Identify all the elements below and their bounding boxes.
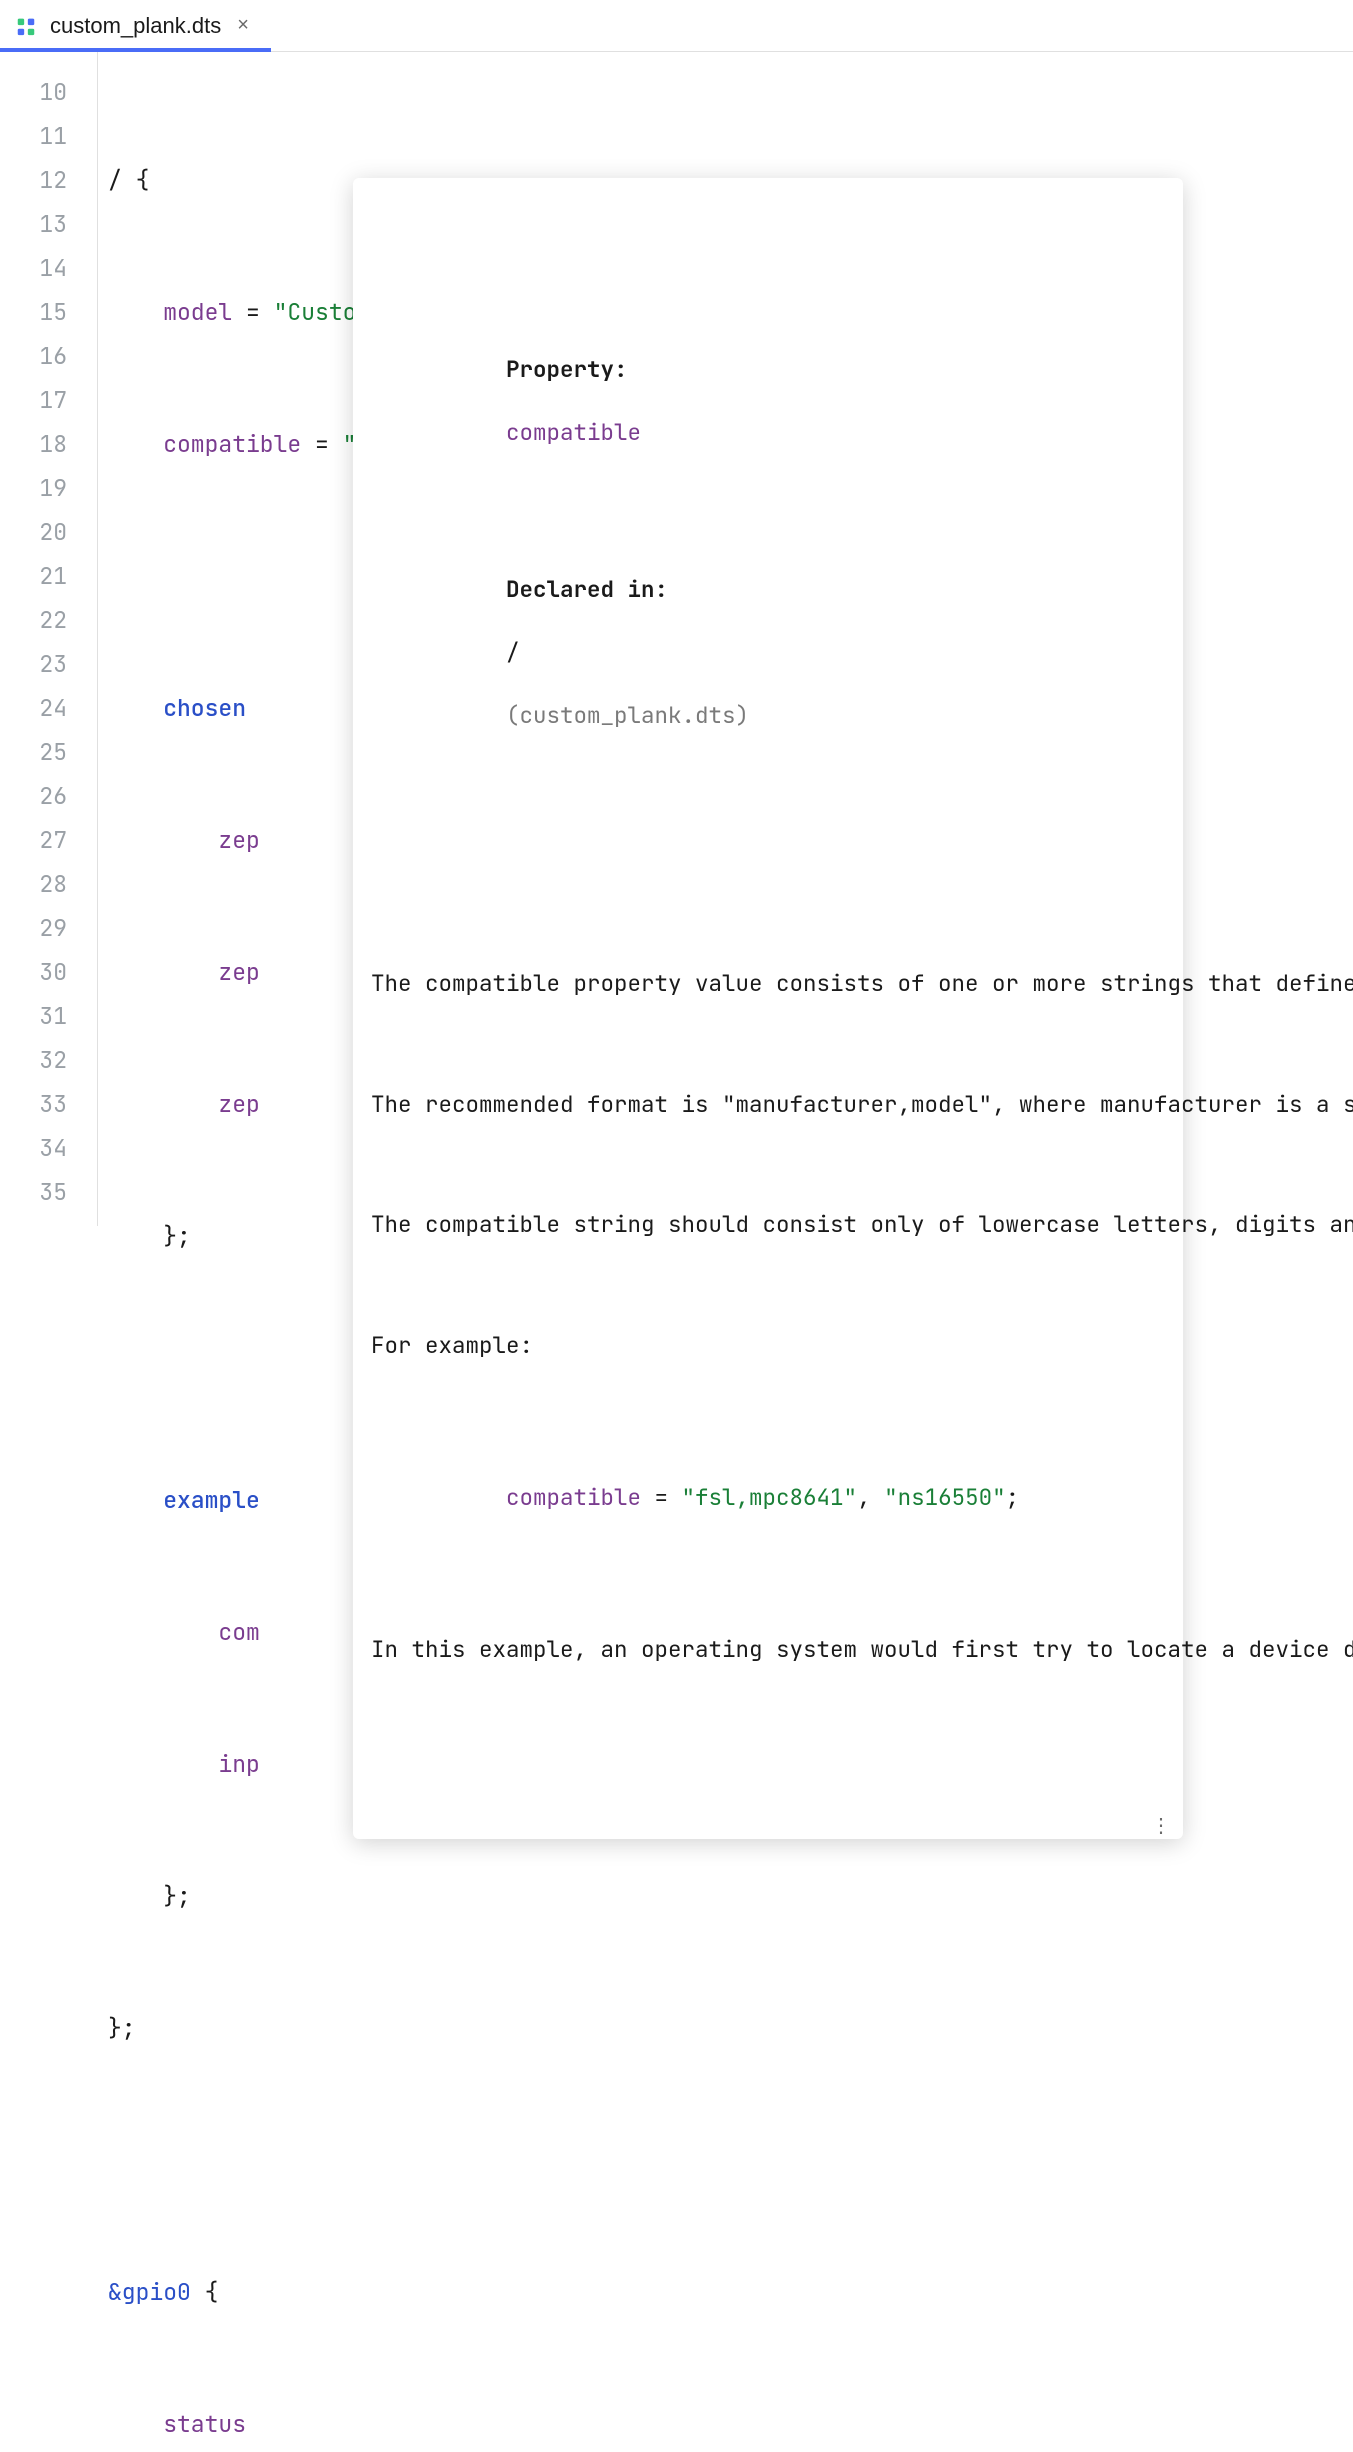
line-number: 18 xyxy=(0,422,67,466)
more-icon[interactable]: ⋮ xyxy=(1151,1821,1171,1829)
line-number: 17 xyxy=(0,378,67,422)
line-number: 21 xyxy=(0,554,67,598)
line-number: 16 xyxy=(0,334,67,378)
code-editor[interactable]: 1011121314151617181920212223242526272829… xyxy=(0,52,1353,1226)
line-number: 29 xyxy=(0,906,67,950)
root-open: / { xyxy=(108,165,149,195)
line-number: 33 xyxy=(0,1082,67,1126)
line-number: 32 xyxy=(0,1038,67,1082)
line-number: 12 xyxy=(0,158,67,202)
close-icon[interactable]: × xyxy=(233,14,253,37)
line-number: 25 xyxy=(0,730,67,774)
tab-filename: custom_plank.dts xyxy=(50,13,221,39)
compatible-prop: compatible xyxy=(163,429,301,459)
line-number: 20 xyxy=(0,510,67,554)
line-number-gutter: 1011121314151617181920212223242526272829… xyxy=(0,52,98,1226)
line-number: 31 xyxy=(0,994,67,1038)
line-number: 10 xyxy=(0,70,67,114)
line-number: 35 xyxy=(0,1170,67,1214)
line-number: 23 xyxy=(0,642,67,686)
popup-body: The compatible property value consists o… xyxy=(371,905,1165,1728)
line-number: 28 xyxy=(0,862,67,906)
devicetree-file-icon xyxy=(14,14,38,38)
example-node: example xyxy=(163,1485,260,1515)
line-number: 14 xyxy=(0,246,67,290)
file-tab[interactable]: custom_plank.dts × xyxy=(0,0,271,51)
line-number: 30 xyxy=(0,950,67,994)
line-number: 27 xyxy=(0,818,67,862)
line-number: 19 xyxy=(0,466,67,510)
chosen-node: chosen xyxy=(163,693,246,723)
line-number: 24 xyxy=(0,686,67,730)
model-prop: model xyxy=(163,297,232,327)
line-number: 22 xyxy=(0,598,67,642)
line-number: 13 xyxy=(0,202,67,246)
code-area[interactable]: / { model = "Custom Plank Board"; compat… xyxy=(98,52,1353,1226)
popup-code-example: compatible = "fsl,mpc8641", "ns16550"; xyxy=(371,1450,1165,1545)
gpio0-ref: &gpio0 xyxy=(108,2277,191,2307)
line-number: 15 xyxy=(0,290,67,334)
hover-documentation-popup[interactable]: Property: compatible Declared in: / (cus… xyxy=(353,178,1183,1839)
editor-tab-bar: custom_plank.dts × xyxy=(0,0,1353,52)
line-number: 26 xyxy=(0,774,67,818)
line-number: 11 xyxy=(0,114,67,158)
line-number: 34 xyxy=(0,1126,67,1170)
popup-header: Property: compatible Declared in: / (cus… xyxy=(371,259,1165,826)
